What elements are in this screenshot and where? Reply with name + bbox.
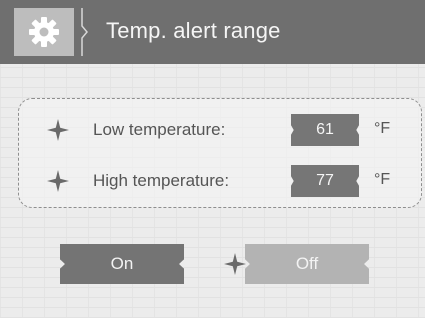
settings-button[interactable] (14, 8, 74, 56)
header-notch (74, 8, 88, 56)
low-temperature-value[interactable]: 61 (291, 114, 359, 146)
high-temperature-row: High temperature: 77 °F (19, 165, 423, 197)
high-temperature-unit: °F (374, 171, 391, 188)
low-temperature-unit: °F (374, 120, 391, 137)
low-temperature-label: Low temperature: (93, 120, 226, 139)
header-bar: Temp. alert range (0, 0, 425, 64)
page-title: Temp. alert range (106, 18, 281, 43)
off-button[interactable]: Off (245, 244, 369, 284)
low-temperature-row: Low temperature: 61 °F (19, 114, 423, 146)
temperature-range-panel: Low temperature: 61 °F High temperature:… (18, 98, 422, 208)
high-temperature-label: High temperature: (93, 171, 230, 190)
star-bullet-icon (47, 170, 69, 192)
star-bullet-icon (47, 119, 69, 141)
high-temperature-value[interactable]: 77 (291, 165, 359, 197)
on-button[interactable]: On (60, 244, 184, 284)
star-bullet-icon (224, 253, 246, 275)
gear-icon (29, 17, 59, 47)
